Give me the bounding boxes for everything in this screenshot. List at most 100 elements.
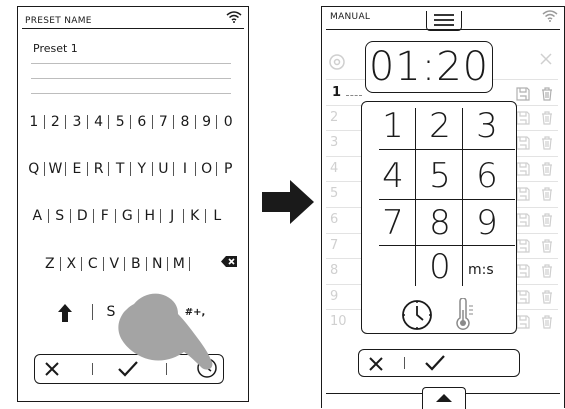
key-separator: [81, 257, 82, 271]
trash-icon[interactable]: [540, 238, 554, 253]
keypad-hline: [379, 245, 515, 246]
keyboard-key[interactable]: Z: [40, 255, 60, 273]
keyboard-key[interactable]: D: [72, 207, 93, 225]
key-separator: [167, 257, 168, 271]
trash-icon[interactable]: [540, 213, 554, 227]
save-icon[interactable]: [516, 238, 530, 253]
trash-icon[interactable]: [540, 187, 554, 201]
key-separator: [59, 257, 61, 271]
keyboard-key[interactable]: K: [185, 207, 206, 225]
keypad-digit[interactable]: 1: [370, 104, 416, 148]
keyboard-key[interactable]: O: [197, 160, 217, 178]
key-separator: [194, 115, 196, 129]
keyboard-key[interactable]: 9: [197, 113, 217, 131]
keyboard-key[interactable]: 2: [46, 113, 66, 131]
save-icon[interactable]: [516, 136, 530, 150]
save-icon[interactable]: [516, 162, 530, 176]
preset-name-input[interactable]: Preset 1: [33, 42, 78, 55]
keypad-digit[interactable]: 9: [464, 201, 510, 245]
keyboard-key[interactable]: X: [62, 255, 82, 273]
keyboard-key[interactable]: S: [50, 207, 71, 225]
keypad-digit[interactable]: 5: [417, 154, 463, 198]
key-separator: [102, 257, 104, 271]
keyboard-key[interactable]: N: [148, 255, 168, 273]
input-line: [31, 78, 231, 79]
save-icon[interactable]: [516, 87, 530, 101]
unit-toggle-key[interactable]: m:s: [468, 262, 494, 278]
keyboard-key[interactable]: 0: [218, 113, 238, 131]
shift-arrow-icon[interactable]: [58, 304, 72, 322]
backspace-icon[interactable]: [221, 256, 237, 267]
screen-title: MANUAL: [330, 12, 371, 22]
clock-icon[interactable]: [400, 298, 434, 332]
keyboard-key[interactable]: 4: [89, 113, 109, 131]
key-separator: [151, 162, 153, 176]
keyboard-key[interactable]: H: [140, 207, 161, 225]
keyboard-key[interactable]: F: [95, 207, 116, 225]
keyboard-key[interactable]: V: [105, 255, 125, 273]
row-number: 5: [330, 186, 339, 202]
checkmark-icon[interactable]: [425, 355, 445, 371]
trash-icon[interactable]: [540, 315, 554, 329]
keyboard-key[interactable]: W: [46, 160, 66, 178]
keyboard-key[interactable]: 1: [24, 113, 44, 131]
keyboard-key[interactable]: R: [89, 160, 109, 178]
keyboard-key[interactable]: P: [218, 160, 238, 178]
keypad-digit[interactable]: 3: [464, 104, 510, 148]
keyboard-key[interactable]: B: [126, 255, 146, 273]
keyboard-key[interactable]: L: [207, 207, 228, 225]
keyboard-key[interactable]: T: [110, 160, 130, 178]
keyboard-key[interactable]: I: [175, 160, 195, 178]
save-icon[interactable]: [516, 315, 530, 329]
temperature-probe-icon[interactable]: [450, 298, 476, 332]
keyboard-key[interactable]: 8: [175, 113, 195, 131]
hamburger-menu-icon[interactable]: [434, 14, 454, 26]
key-separator: [216, 162, 218, 176]
trash-icon[interactable]: [540, 264, 554, 278]
save-icon[interactable]: [516, 213, 530, 227]
save-icon[interactable]: [516, 110, 530, 125]
row-placeholder: [346, 95, 362, 96]
key-separator: [205, 209, 206, 223]
keyboard-key[interactable]: J: [162, 207, 183, 225]
input-line: [31, 63, 231, 64]
keyboard-key[interactable]: M: [169, 255, 189, 273]
keyboard-key[interactable]: 6: [132, 113, 152, 131]
trash-icon[interactable]: [540, 136, 554, 150]
close-icon[interactable]: [369, 357, 383, 371]
keyboard-key[interactable]: U: [154, 160, 174, 178]
keyboard-key[interactable]: 3: [67, 113, 87, 131]
keypad-digit[interactable]: 8: [417, 201, 463, 245]
trash-icon[interactable]: [540, 110, 554, 125]
keyboard-key[interactable]: A: [27, 207, 48, 225]
trash-icon[interactable]: [540, 290, 554, 304]
keypad-digit[interactable]: 6: [464, 154, 510, 198]
close-icon[interactable]: [540, 53, 552, 65]
keyboard-key[interactable]: G: [117, 207, 138, 225]
keyboard-key[interactable]: Q: [24, 160, 44, 178]
keyboard-key[interactable]: 5: [110, 113, 130, 131]
key-separator: [137, 209, 139, 223]
close-icon[interactable]: [45, 362, 59, 376]
row-number: 2: [330, 109, 339, 125]
key-separator: [160, 209, 161, 223]
active-row-number: 1: [332, 85, 342, 100]
wifi-icon: [542, 10, 558, 22]
save-icon[interactable]: [516, 290, 530, 304]
keyboard-key[interactable]: Y: [132, 160, 152, 178]
key-separator: [43, 115, 45, 129]
trash-icon[interactable]: [540, 162, 554, 176]
save-icon[interactable]: [516, 264, 530, 278]
keypad-digit[interactable]: 0: [417, 247, 463, 287]
save-icon[interactable]: [516, 187, 530, 201]
keyboard-key[interactable]: 7: [154, 113, 174, 131]
up-triangle-icon[interactable]: [436, 394, 452, 402]
trash-icon[interactable]: [540, 87, 554, 101]
keypad-digit[interactable]: 2: [417, 104, 463, 148]
keyboard-key[interactable]: C: [83, 255, 103, 273]
key-separator: [115, 209, 116, 223]
keypad-digit[interactable]: 7: [370, 201, 416, 245]
keypad-digit[interactable]: 4: [370, 154, 416, 198]
keyboard-key[interactable]: E: [67, 160, 87, 178]
input-line: [31, 93, 231, 94]
